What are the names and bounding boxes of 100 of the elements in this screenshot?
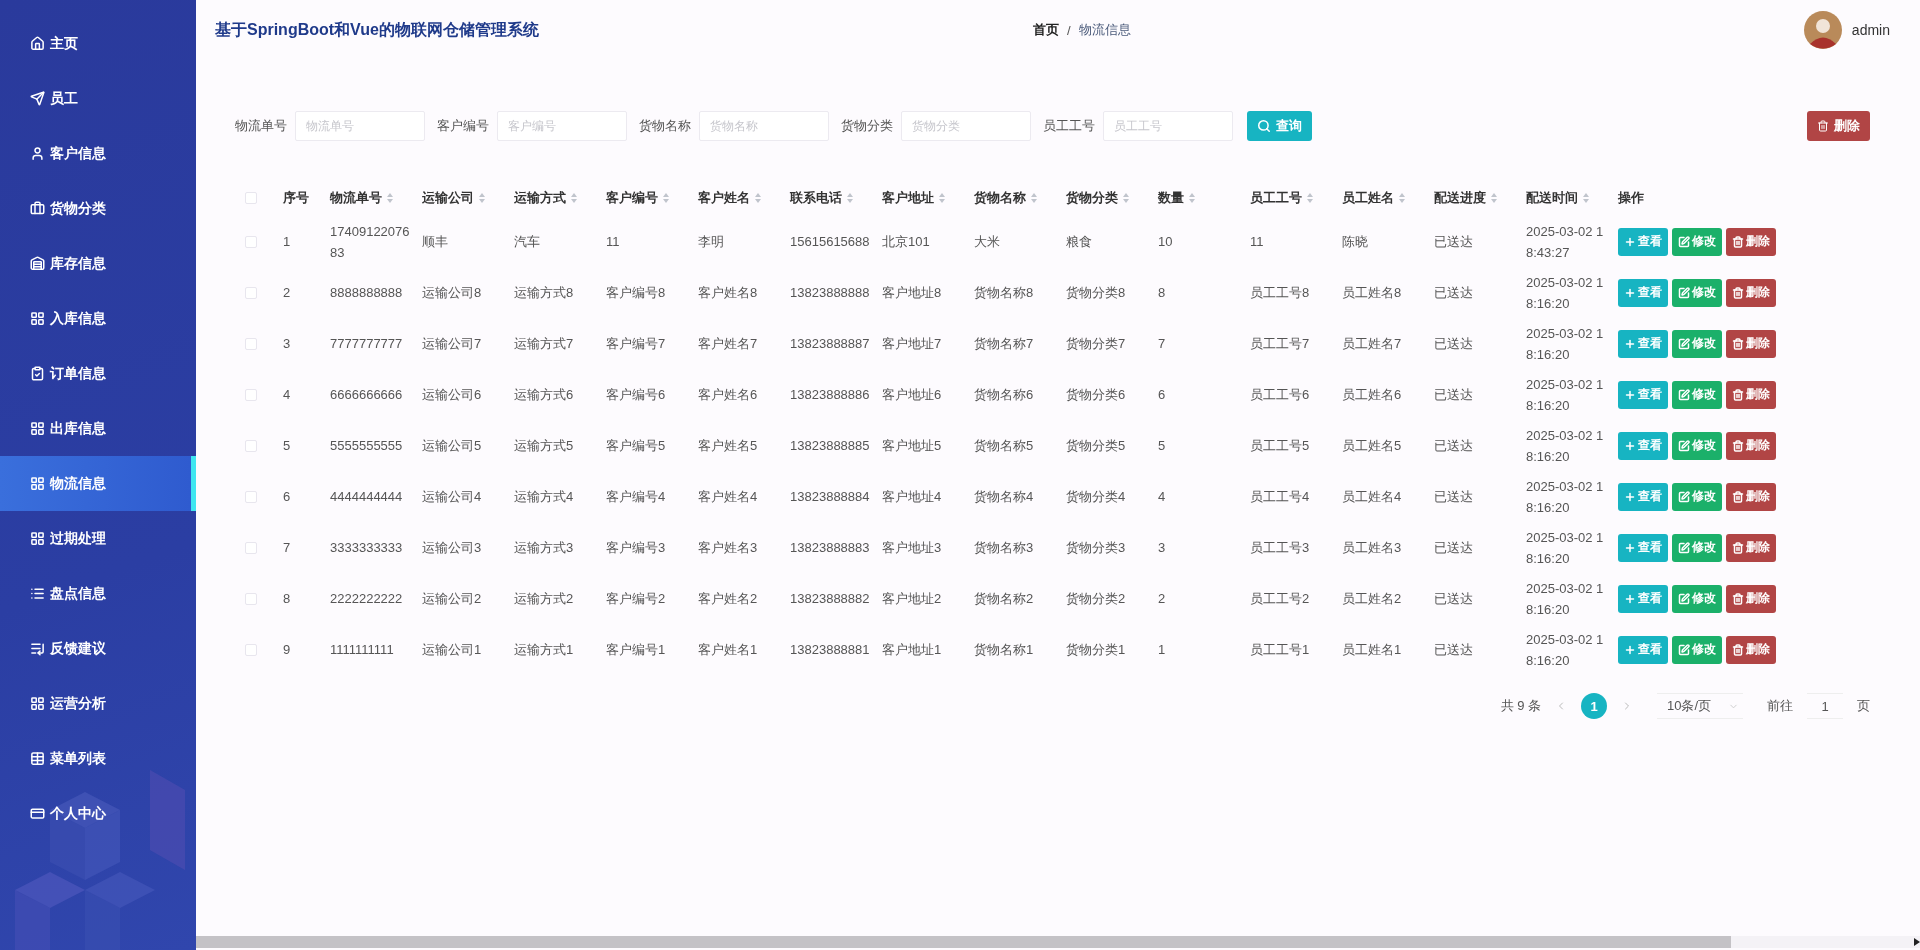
trash-icon [1732,490,1744,503]
sidebar-item[interactable]: 订单信息 [0,346,196,401]
sort-icon[interactable] [1398,192,1406,204]
sidebar-item[interactable]: 运营分析 [0,676,196,731]
table-cell-text: 员工工号8 [1249,284,1311,302]
table-cell-text: 客户编号2 [605,590,667,608]
table-cell-text: 客户姓名3 [697,539,759,557]
table-cell-text: 运输方式2 [513,590,575,608]
sidebar-item[interactable]: 过期处理 [0,511,196,566]
plus-icon [1624,388,1636,401]
sidebar-item[interactable]: 菜单列表 [0,731,196,786]
checkbox[interactable] [245,388,257,401]
sort-icon[interactable] [1490,192,1498,204]
checkbox[interactable] [245,439,257,452]
delete-button[interactable]: 删除 [1726,431,1776,460]
table-cell-text: 13823888882 [789,590,871,608]
sidebar-item[interactable]: 个人中心 [0,786,196,841]
list-icon [30,641,45,656]
checkbox[interactable] [245,235,257,248]
edit-button[interactable]: 修改 [1672,482,1722,511]
table-cell-text: 已送达 [1433,641,1474,659]
scroll-right-icon[interactable] [1914,938,1920,946]
field-label: 货物分类 [841,117,893,135]
sidebar-item[interactable]: 入库信息 [0,291,196,346]
table-cell-text: 运输公司8 [421,284,483,302]
delete-button[interactable]: 删除 [1807,111,1870,141]
breadcrumb-item[interactable]: 首页 [1033,21,1059,39]
table-cell-text: 运输方式4 [513,488,575,506]
sort-icon[interactable] [1582,192,1590,204]
trash-icon [1732,286,1744,299]
sort-icon[interactable] [570,192,578,204]
table-cell-text: 汽车 [513,233,541,251]
sidebar-item[interactable]: 主页 [0,16,196,71]
plus-icon [1624,439,1636,452]
sidebar-item[interactable]: 盘点信息 [0,566,196,621]
home-icon [30,36,45,51]
table-cell-text: 员工工号7 [1249,335,1311,353]
table-cell-text: 客户编号4 [605,488,667,506]
table-cell-text: 8888888888 [329,284,404,302]
table-cell-text: 货物名称3 [973,539,1035,557]
sort-icon[interactable] [478,192,486,204]
delete-button[interactable]: 删除 [1726,635,1776,664]
edit-button[interactable]: 修改 [1672,431,1722,460]
delete-button[interactable]: 删除 [1726,380,1776,409]
delete-button[interactable]: 删除 [1726,329,1776,358]
sort-icon[interactable] [1306,192,1314,204]
table-cell-text: 15615615688 [789,233,871,251]
sort-icon[interactable] [938,192,946,204]
trash-icon [1732,388,1744,401]
delete-button[interactable]: 删除 [1726,533,1776,562]
sidebar-item[interactable]: 出库信息 [0,401,196,456]
checkbox[interactable] [245,592,257,605]
sidebar-item[interactable]: 物流信息 [0,456,196,511]
user-name[interactable]: admin [1851,22,1890,38]
sort-icon[interactable] [1188,192,1196,204]
sort-icon[interactable] [1122,192,1130,204]
checkbox[interactable] [245,490,257,503]
sort-icon[interactable] [1030,192,1038,204]
edit-button[interactable]: 修改 [1672,278,1722,307]
sort-icon[interactable] [846,192,854,204]
sidebar-item[interactable]: 货物分类 [0,181,196,236]
table-cell-text: 客户编号3 [605,539,667,557]
edit-button[interactable]: 修改 [1672,380,1722,409]
edit-icon [1678,235,1690,248]
avatar[interactable] [1803,11,1842,49]
checkbox[interactable] [245,192,257,204]
edit-button[interactable]: 修改 [1672,227,1722,256]
delete-button[interactable]: 删除 [1726,227,1776,256]
table-cell-text: 客户编号1 [605,641,667,659]
horizontal-scrollbar[interactable] [196,936,1920,948]
table-cell-text: 2 [282,284,292,302]
sidebar-item[interactable]: 库存信息 [0,236,196,291]
edit-button[interactable]: 修改 [1672,584,1722,613]
sort-icon[interactable] [386,192,394,204]
breadcrumb-separator: / [1067,22,1071,38]
briefcase-icon [30,201,45,216]
checkbox[interactable] [245,337,257,350]
table-cell-text: 11 [1249,233,1265,251]
edit-button[interactable]: 修改 [1672,635,1722,664]
sort-icon[interactable] [662,192,670,204]
sort-icon[interactable] [754,192,762,204]
page-input[interactable]: 1 [1807,693,1843,719]
plus-icon [1624,643,1636,656]
checkbox[interactable] [245,286,257,299]
edit-button[interactable]: 修改 [1672,533,1722,562]
delete-button[interactable]: 删除 [1726,482,1776,511]
table-cell-text: 已送达 [1433,488,1474,506]
table-cell-text: 4 [282,386,292,404]
table-cell-text: 运输公司6 [421,386,483,404]
table-cell-text: 2025-03-02 18:16:20 [1525,375,1605,415]
sidebar-item[interactable]: 反馈建议 [0,621,196,676]
checkbox[interactable] [245,643,257,656]
sidebar-item[interactable]: 客户信息 [0,126,196,181]
table-cell-text: 货物名称1 [973,641,1035,659]
page-size-select[interactable]: 10条/页 [1657,693,1743,719]
edit-button[interactable]: 修改 [1672,329,1722,358]
sidebar-item[interactable]: 员工 [0,71,196,126]
checkbox[interactable] [245,541,257,554]
delete-button[interactable]: 删除 [1726,278,1776,307]
delete-button[interactable]: 删除 [1726,584,1776,613]
